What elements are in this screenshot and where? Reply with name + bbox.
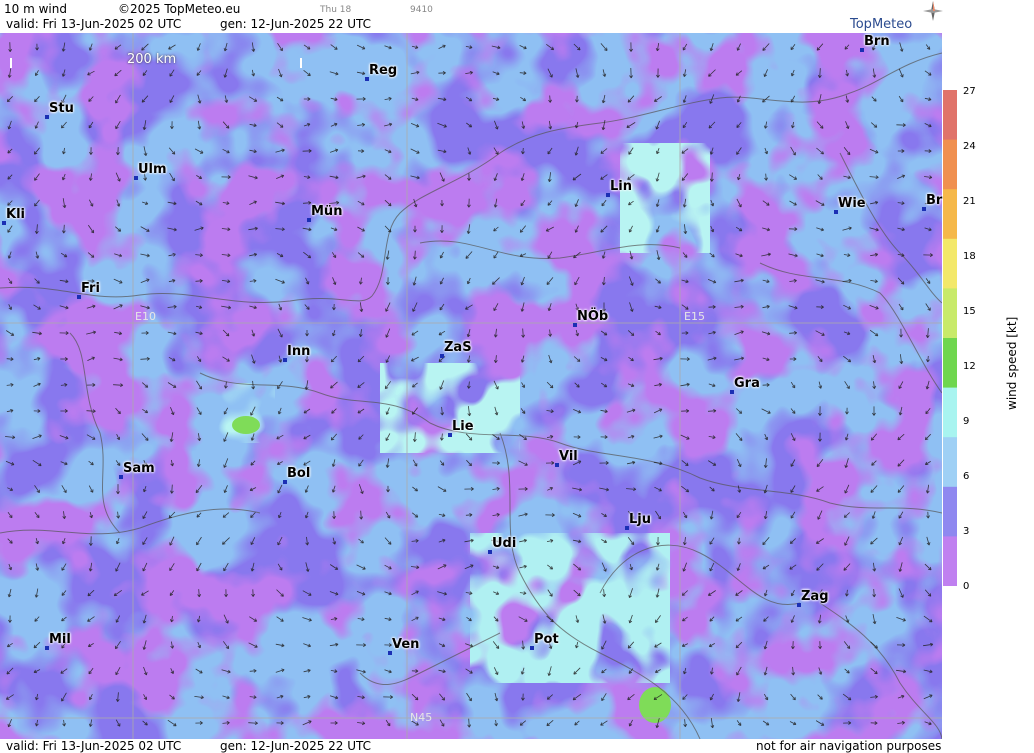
- legend-tick-label: 24: [963, 141, 976, 152]
- product-title: 10 m wind: [4, 2, 67, 16]
- copyright: ©2025 TopMeteo.eu: [118, 2, 241, 16]
- legend-unit: wind speed [kt]: [1005, 316, 1019, 410]
- legend-colorbar: [943, 90, 957, 586]
- city-label: Mün: [311, 204, 343, 219]
- legend-color-step: [943, 338, 957, 389]
- city-label: Lie: [452, 419, 474, 434]
- city-label: Inn: [287, 344, 311, 359]
- ghost-code: 9410: [410, 5, 433, 15]
- legend-tick-label: 3: [963, 526, 970, 537]
- city-label: Ulm: [138, 162, 167, 177]
- grid-label-n45: N45: [410, 711, 433, 724]
- footer-generated-time: gen: 12-Jun-2025 22 UTC: [220, 739, 372, 753]
- legend-tick-label: 21: [963, 196, 976, 207]
- legend-tick-label: 18: [963, 251, 976, 262]
- city-label: Lju: [629, 512, 651, 527]
- city-label: Wie: [838, 196, 866, 211]
- city-label: Lin: [610, 179, 632, 194]
- city-label: Ven: [392, 637, 420, 652]
- legend-tick-label: 0: [963, 581, 970, 592]
- city-label: ZaS: [444, 340, 472, 355]
- valid-time: valid: Fri 13-Jun-2025 02 UTC: [6, 17, 182, 31]
- city-label: Pot: [534, 632, 559, 647]
- city-label: NÖb: [577, 309, 609, 324]
- legend-tick-label: 15: [963, 306, 976, 317]
- scale-bar-label: 200 km: [127, 52, 177, 67]
- legend-color-step: [943, 189, 957, 240]
- legend-color-step: [943, 536, 957, 586]
- legend-color-step: [943, 387, 957, 439]
- ghost-day: Thu 18: [320, 5, 352, 15]
- city-label: Reg: [369, 63, 398, 78]
- generated-time: gen: 12-Jun-2025 22 UTC: [220, 17, 372, 31]
- city-label: Br: [926, 193, 943, 208]
- legend-color-step: [943, 238, 957, 290]
- legend-color-step: [943, 486, 957, 538]
- city-label: Stu: [49, 101, 74, 116]
- grid-label-e15: E15: [684, 310, 705, 323]
- footer-disclaimer: not for air navigation purposes: [756, 739, 942, 753]
- city-label: Sam: [123, 461, 155, 476]
- legend-tick-label: 9: [963, 416, 970, 427]
- city-label: Vil: [559, 449, 578, 464]
- grid-label-e10: E10: [135, 310, 156, 323]
- legend-tick-label: 6: [963, 471, 970, 482]
- city-label: Fri: [81, 281, 100, 296]
- legend-color-step: [943, 437, 957, 488]
- city-label: Gra: [734, 376, 760, 391]
- city-label: Zag: [801, 589, 829, 604]
- compass-icon: [923, 1, 943, 21]
- legend-tick-label: 12: [963, 361, 976, 372]
- legend-color-step: [943, 288, 957, 339]
- wind-field-max-2: [232, 416, 260, 434]
- city-label: Mil: [49, 632, 71, 647]
- city-label: Bol: [287, 466, 311, 481]
- city-label: Udi: [492, 536, 517, 551]
- footer-valid-time: valid: Fri 13-Jun-2025 02 UTC: [6, 739, 182, 753]
- legend-tick-label: 27: [963, 86, 976, 97]
- city-label: Brn: [864, 34, 890, 49]
- logo-text: TopMeteo: [850, 17, 913, 32]
- legend-color-step: [943, 90, 957, 141]
- city-label: Kli: [6, 207, 25, 222]
- legend-color-step: [943, 139, 957, 191]
- wind-map: [0, 33, 942, 739]
